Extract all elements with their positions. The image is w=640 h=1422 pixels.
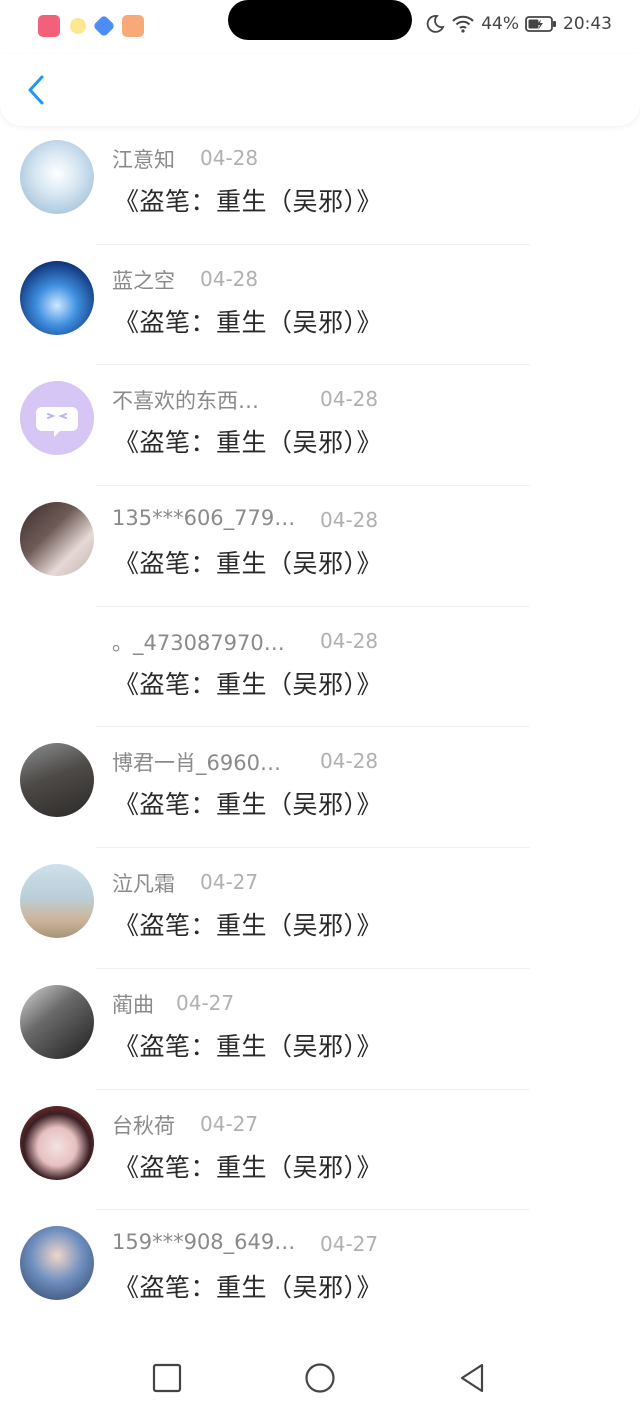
book-title: 《盗笔：重生（吴邪）》 [114,669,383,699]
home-button[interactable] [300,1358,340,1398]
battery-percent: 44% [481,14,519,34]
list-item[interactable]: 博君一肖_6960… 04-28 《盗笔：重生（吴邪）》 [0,727,640,849]
wifi-icon [451,14,475,34]
user-name: 蔺曲 [112,992,154,1017]
item-date: 04-28 [320,628,379,653]
list-item[interactable]: 不喜欢的东西… 04-28 《盗笔：重生（吴邪）》 [0,365,640,487]
user-name: 博君一肖_6960… [112,751,281,776]
avatar[interactable] [20,984,94,1059]
user-name: 。_473087970… [112,630,285,655]
home-icon [305,1363,335,1393]
list-item[interactable]: 135***606_779… 04-28 《盗笔：重生（吴邪）》 [0,486,640,607]
user-name: 台秋荷 [112,1113,175,1138]
default-avatar-icon [36,407,78,438]
list-item[interactable]: 159***908_649… 04-27 《盗笔：重生（吴邪）》 [0,1210,640,1331]
app-notification-icon [122,15,144,37]
item-date: 04-28 [320,749,379,774]
notification-icons [38,14,144,38]
item-date: 04-28 [320,508,379,533]
item-date: 04-28 [320,387,379,412]
list-item[interactable]: 蓝之空 04-28 《盗笔：重生（吴邪）》 [0,245,640,366]
avatar[interactable] [20,864,94,939]
system-nav-bar [0,1334,640,1422]
book-title: 《盗笔：重生（吴邪）》 [114,187,383,216]
system-status: 44% 20:43 [425,14,612,34]
moon-icon [425,14,445,34]
user-name: 159***908_649… [112,1230,296,1255]
avatar[interactable] [20,260,94,335]
item-date: 04-27 [176,990,235,1015]
book-title: 《盗笔：重生（吴邪）》 [114,549,383,579]
avatar[interactable] [20,1226,94,1301]
status-bar: 44% 20:43 [0,0,640,54]
item-date: 04-28 [200,266,259,291]
avatar[interactable] [20,1105,94,1180]
avatar[interactable] [20,381,94,456]
user-name: 泣凡霜 [112,872,175,897]
battery-icon [525,15,557,33]
item-date: 04-27 [200,1111,259,1136]
app-notification-icon [70,18,86,34]
app-notification-icon [38,15,60,37]
item-date: 04-27 [320,1232,379,1257]
book-title: 《盗笔：重生（吴邪）》 [114,307,383,337]
app-notification-icon [92,14,116,38]
camera-cutout [228,0,412,40]
user-name: 蓝之空 [112,268,175,293]
book-title: 《盗笔：重生（吴邪）》 [114,428,383,458]
list-item[interactable]: 泣凡霜 04-27 《盗笔：重生（吴邪）》 [0,848,640,969]
list-item[interactable]: 蔺曲 04-27 《盗笔：重生（吴邪）》 [0,969,640,1090]
user-name: 不喜欢的东西… [112,389,259,414]
header-bar [0,54,640,126]
user-name: 135***606_779… [112,506,296,531]
item-date: 04-27 [200,870,259,895]
chevron-left-icon [28,75,44,105]
book-title: 《盗笔：重生（吴邪）》 [114,911,383,941]
book-title: 《盗笔：重生（吴邪）》 [114,790,383,820]
book-title: 《盗笔：重生（吴邪）》 [114,1152,383,1182]
item-date: 04-28 [200,146,259,170]
avatar[interactable] [20,502,94,577]
back-button[interactable] [18,70,54,110]
avatar[interactable] [20,140,94,214]
recent-apps-button[interactable] [147,1358,187,1398]
clock: 20:43 [563,14,612,34]
avatar[interactable] [20,743,94,818]
reader-list: 江意知 04-28 《盗笔：重生（吴邪）》 蓝之空 04-28 《盗笔：重生（吴… [0,124,640,1331]
back-triangle-icon [460,1363,484,1393]
user-name: 江意知 [112,148,175,172]
book-title: 《盗笔：重生（吴邪）》 [114,1031,383,1061]
list-item[interactable]: 。_473087970… 04-28 《盗笔：重生（吴邪）》 [0,607,640,728]
back-nav-button[interactable] [452,1358,492,1398]
list-item[interactable]: 江意知 04-28 《盗笔：重生（吴邪）》 [0,124,640,245]
list-item[interactable]: 台秋荷 04-27 《盗笔：重生（吴邪）》 [0,1090,640,1211]
book-title: 《盗笔：重生（吴邪）》 [114,1273,383,1303]
recent-apps-icon [152,1363,182,1393]
